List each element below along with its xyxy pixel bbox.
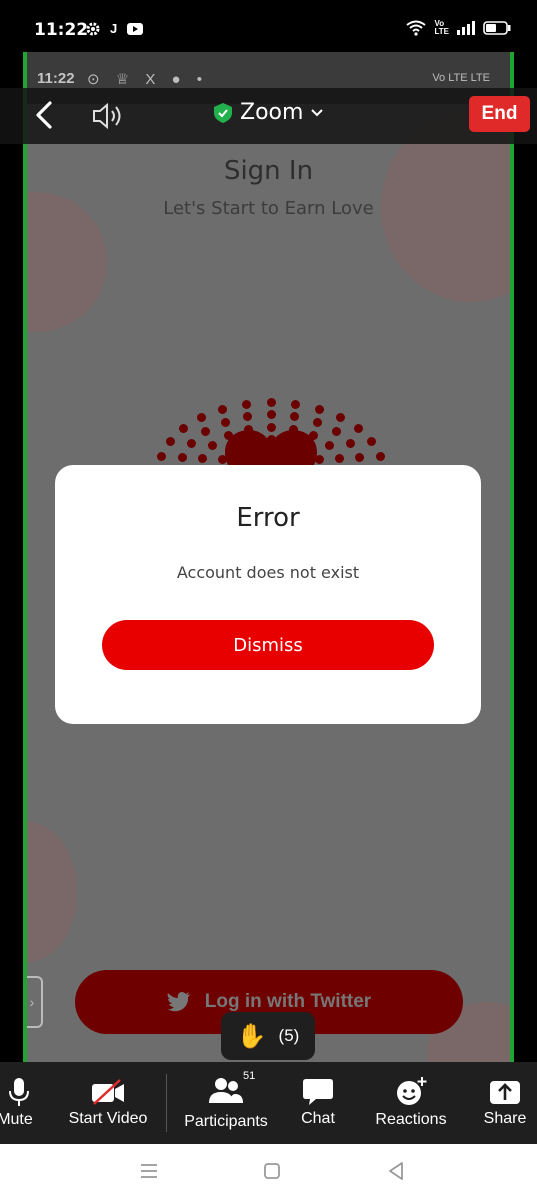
participants-label: Participants: [184, 1112, 268, 1130]
error-dialog: Error Account does not exist Dismiss: [55, 465, 481, 724]
participants-icon-wrap: 51: [209, 1070, 255, 1109]
share-button[interactable]: Share: [480, 1062, 530, 1144]
shared-status-icons: ⊙ ♕ X ● •: [87, 71, 209, 88]
microphone-icon: [9, 1078, 29, 1106]
share-label: Share: [483, 1110, 527, 1127]
participants-button[interactable]: 51 Participants: [180, 1062, 272, 1144]
logo-dot: [324, 441, 334, 451]
logo-dot: [165, 437, 175, 447]
logo-dot: [186, 438, 196, 448]
logo-dot: [315, 404, 325, 414]
twitter-login-label: Log in with Twitter: [204, 991, 372, 1012]
logo-dot: [375, 452, 385, 462]
logo-dot: [312, 418, 322, 428]
start-video-label: Start Video: [68, 1110, 148, 1127]
j-icon: J: [110, 21, 118, 36]
chevron-down-icon: [311, 108, 324, 116]
start-video-button[interactable]: Start Video: [62, 1062, 154, 1144]
dismiss-button[interactable]: Dismiss: [102, 620, 434, 670]
logo-dot: [196, 413, 206, 423]
reactions-icon: [397, 1077, 427, 1105]
chat-label: Chat: [301, 1110, 335, 1127]
system-nav-bar: [0, 1144, 537, 1200]
raised-hands-indicator[interactable]: ✋ (5): [221, 1012, 315, 1060]
dialog-title: Error: [236, 503, 300, 533]
logo-dot: [217, 404, 227, 414]
shield-check-icon: [214, 102, 232, 123]
signal-icon: [457, 21, 475, 35]
logo-dot: [334, 453, 344, 463]
meeting-title: Zoom: [240, 100, 304, 125]
signin-subtitle: Let's Start to Earn Love: [163, 198, 374, 219]
mute-button[interactable]: Mute: [0, 1062, 44, 1144]
wifi-icon: [406, 20, 427, 36]
volte-icon: Vo LTE: [434, 19, 449, 36]
side-expand-handle[interactable]: ›: [27, 976, 43, 1028]
logo-dot: [198, 453, 208, 463]
logo-dot: [177, 452, 187, 462]
logo-dot: [266, 410, 276, 420]
signin-title: Sign In: [223, 156, 314, 186]
raised-hand-icon: ✋: [236, 1022, 267, 1050]
gear-icon: [86, 22, 100, 35]
shared-status-right: Vo LTE LTE: [432, 72, 490, 84]
raised-hands-count: (5): [278, 1026, 300, 1045]
reactions-button[interactable]: Reactions: [370, 1062, 452, 1144]
reactions-label: Reactions: [375, 1111, 447, 1128]
chat-button[interactable]: Chat: [290, 1062, 346, 1144]
chat-icon: [303, 1079, 333, 1105]
dialog-message: Account does not exist: [176, 563, 360, 582]
participants-count: 51: [243, 1069, 256, 1082]
toolbar-divider: [166, 1074, 167, 1132]
logo-dot: [266, 398, 276, 408]
meeting-title-dropdown[interactable]: Zoom: [214, 100, 324, 125]
back-triangle-icon[interactable]: [383, 1158, 409, 1184]
logo-dot: [220, 418, 230, 428]
home-icon[interactable]: [259, 1158, 285, 1184]
shared-status-time: 11:22: [37, 70, 75, 87]
battery-icon: [483, 21, 511, 35]
back-arrow-icon[interactable]: [30, 100, 60, 130]
twitter-icon: [166, 992, 190, 1012]
youtube-icon: [127, 22, 144, 35]
logo-dot: [331, 427, 341, 437]
status-bar: 11:22 J Vo LTE: [0, 0, 537, 56]
end-meeting-button[interactable]: End: [469, 96, 530, 132]
zoom-header: Zoom End: [0, 88, 537, 144]
logo-dot: [241, 399, 251, 409]
mute-label: Mute: [0, 1111, 33, 1128]
speaker-icon[interactable]: [92, 102, 126, 130]
menu-icon[interactable]: [136, 1158, 162, 1184]
meeting-toolbar: Mute Start Video 51 Participants Chat Re…: [0, 1062, 537, 1144]
share-icon: [490, 1081, 520, 1104]
status-right-icons: Vo LTE: [406, 20, 511, 36]
participants-icon: [209, 1077, 243, 1103]
status-time: 11:22: [34, 20, 89, 40]
video-off-icon: [92, 1079, 124, 1105]
status-left-icons: J: [86, 21, 144, 36]
